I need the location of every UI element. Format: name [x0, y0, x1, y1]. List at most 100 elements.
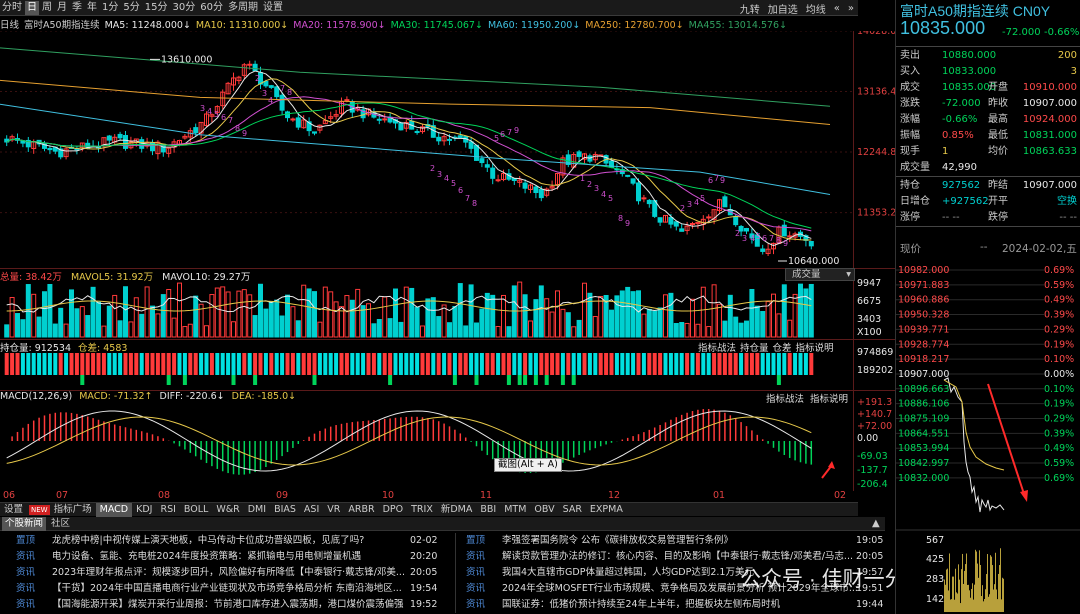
period-10[interactable]: 60分 [198, 1, 225, 15]
nine-turn-digit: 5 [756, 232, 761, 241]
volume-bar [560, 308, 566, 338]
nine-turn-digit: 2 [587, 180, 592, 189]
period-11[interactable]: 多周期 [226, 1, 260, 15]
indicator-tab-9[interactable]: ASI [300, 503, 323, 517]
quote-separator [896, 226, 1080, 227]
tab-stock-news[interactable]: 个股新闻 [2, 517, 47, 531]
oi-button-3[interactable]: 指标说明 [796, 343, 834, 354]
period-8[interactable]: 15分 [143, 1, 170, 15]
macd-button-0[interactable]: 指标战法 [766, 394, 804, 405]
volume-bar [441, 304, 447, 338]
indicator-tab-18[interactable]: SAR [559, 503, 586, 517]
quote-row: 卖出 10880.000 200 [896, 48, 1080, 64]
news-item[interactable]: 资讯 国联证券：低猪价预计持续至24年上半年，把握板块左侧布局时机 19:44 [466, 597, 896, 613]
intraday-axis-right: 0.49% [1044, 443, 1074, 454]
volume-bar [409, 287, 415, 338]
period-0[interactable]: 分时 [0, 1, 24, 15]
candle-body [193, 127, 199, 134]
oi-button-2[interactable]: 仓差 [773, 343, 792, 354]
news-item[interactable]: 资讯 电力设备、氢能、充电桩2024年度投资策略：紧抓输电与用电侧增量机遇 20:2… [16, 549, 450, 565]
oi-bar [4, 353, 9, 375]
toolbar-right-0[interactable]: 九转 [740, 1, 760, 16]
indicator-tab-12[interactable]: DPO [379, 503, 408, 517]
intraday-chart[interactable]: 10982.000 0.69% 10971.883 0.59% 10960.886 0.4… [896, 262, 1080, 614]
volume-bar [776, 313, 782, 338]
nine-turn-digit: 4 [601, 190, 606, 199]
indicator-tab-7[interactable]: DMI [244, 503, 270, 517]
expand-icon[interactable]: ▲ [872, 517, 880, 531]
candle-body [722, 196, 728, 208]
indicator-tab-2[interactable]: MACD [95, 502, 133, 517]
news-item[interactable]: 资讯 2023年理财年报点评：规模逐步回升，风险偏好有所降低【中泰银行·戴志锋/邓… [16, 565, 450, 581]
indicator-tab-16[interactable]: MTM [500, 503, 530, 517]
oi-bar [625, 353, 630, 375]
quote-label2: 昨结 [988, 180, 1008, 191]
period-5[interactable]: 年 [85, 1, 99, 15]
indicator-tab-11[interactable]: ARBR [344, 503, 378, 517]
indicator-tab-5[interactable]: BOLL [180, 503, 212, 517]
ma455-line [0, 47, 831, 107]
indicator-tab-10[interactable]: VR [323, 503, 344, 517]
candle-body [533, 186, 539, 193]
quote-value2: 10910.000 [1022, 82, 1077, 93]
indicator-tab-4[interactable]: RSI [156, 503, 179, 517]
toolbar-right-2[interactable]: 均线 [806, 1, 826, 16]
oi-button-0[interactable]: 指标战法 [698, 343, 736, 354]
volume-bar [171, 317, 177, 338]
volume-bar [387, 318, 393, 338]
period-4[interactable]: 季 [70, 1, 84, 15]
volume-bar [517, 281, 523, 338]
oi-bar [420, 353, 425, 375]
indicator-tab-14[interactable]: 新DMA [437, 503, 477, 517]
toolbar-right-1[interactable]: 加自选 [768, 1, 798, 16]
period-7[interactable]: 5分 [121, 1, 141, 15]
period-6[interactable]: 1分 [100, 1, 120, 15]
candle-body [484, 164, 490, 168]
period-toolbar: 分时日周月季年 1分 5分 15分 30分 60分 多周期 设置 九转 加自选 均线 « » [0, 0, 858, 16]
volume-bar [42, 291, 47, 338]
macd-button-1[interactable]: 指标说明 [810, 394, 848, 405]
news-item[interactable]: 资讯 【干货】2024年中国直播电商行业产业链现状及市场竞争格局分析 东南沿海地区… [16, 581, 450, 597]
news-item[interactable]: 置顶 李强签署国务院令 公布《碳排放权交易管理暂行条例》 19:05 [466, 533, 896, 549]
period-9[interactable]: 30分 [170, 1, 197, 15]
news-tag: 资讯 [16, 599, 36, 610]
period-3[interactable]: 月 [55, 1, 69, 15]
kline-chart[interactable]: 14028.06 13136.46 12244.87 11353.27 13610.00… [0, 31, 895, 502]
oi-bar [690, 353, 695, 375]
oi-bar [728, 353, 733, 375]
intraday-axis-left: 10971.883 [898, 280, 949, 291]
period-2[interactable]: 周 [40, 1, 54, 15]
indicator-tab-8[interactable]: BIAS [270, 503, 300, 517]
intraday-axis-left: 10853.994 [898, 443, 949, 454]
indicator-tab-13[interactable]: TRIX [407, 503, 437, 517]
volume-bar [722, 320, 728, 338]
news-item[interactable]: 置顶 龙虎榜中榜|中视传媒上演天地板，中马传动卡位成功晋级四板，见底了吗? 02-0… [16, 533, 450, 549]
news-item[interactable]: 资讯 【国海能源开采】煤炭开采行业周报：节前港口库存进入震荡期，港口煤价震荡偏强 1… [16, 597, 450, 613]
indicator-tab-0[interactable]: 设置 [0, 503, 27, 517]
indicator-tab-1[interactable]: 指标广场 [50, 503, 96, 517]
candle-body [285, 111, 290, 119]
oi-bar [739, 353, 744, 375]
nine-turn-digit: 7 [465, 194, 470, 203]
period-1[interactable]: 日 [25, 0, 39, 15]
toolbar-right-3[interactable]: « [834, 3, 840, 14]
oi-bar [609, 353, 614, 375]
indicator-tab-17[interactable]: OBV [530, 503, 558, 517]
oi-diff-bar [166, 375, 171, 385]
candle-body [706, 216, 712, 219]
intraday-axis-right: 0.29% [1044, 414, 1074, 425]
oi-bar [377, 353, 382, 375]
tab-community[interactable]: 社区 [48, 517, 73, 531]
last-price: 10835.000 [900, 18, 986, 38]
period-12[interactable]: 设置 [261, 1, 285, 15]
indicator-tab-15[interactable]: BBI [476, 503, 500, 517]
indicator-tab-3[interactable]: KDJ [132, 503, 156, 517]
oi-button-1[interactable]: 持仓量 [740, 343, 769, 354]
candle-body [522, 182, 528, 189]
toolbar-right-4[interactable]: » [848, 3, 854, 14]
volume-bar [798, 283, 803, 338]
volume-indicator-select[interactable]: 成交量 ▾ [785, 268, 855, 281]
indicator-tab-6[interactable]: W&R [212, 503, 243, 517]
indicator-tab-19[interactable]: EXPMA [586, 503, 627, 517]
volume-bar [187, 323, 193, 338]
